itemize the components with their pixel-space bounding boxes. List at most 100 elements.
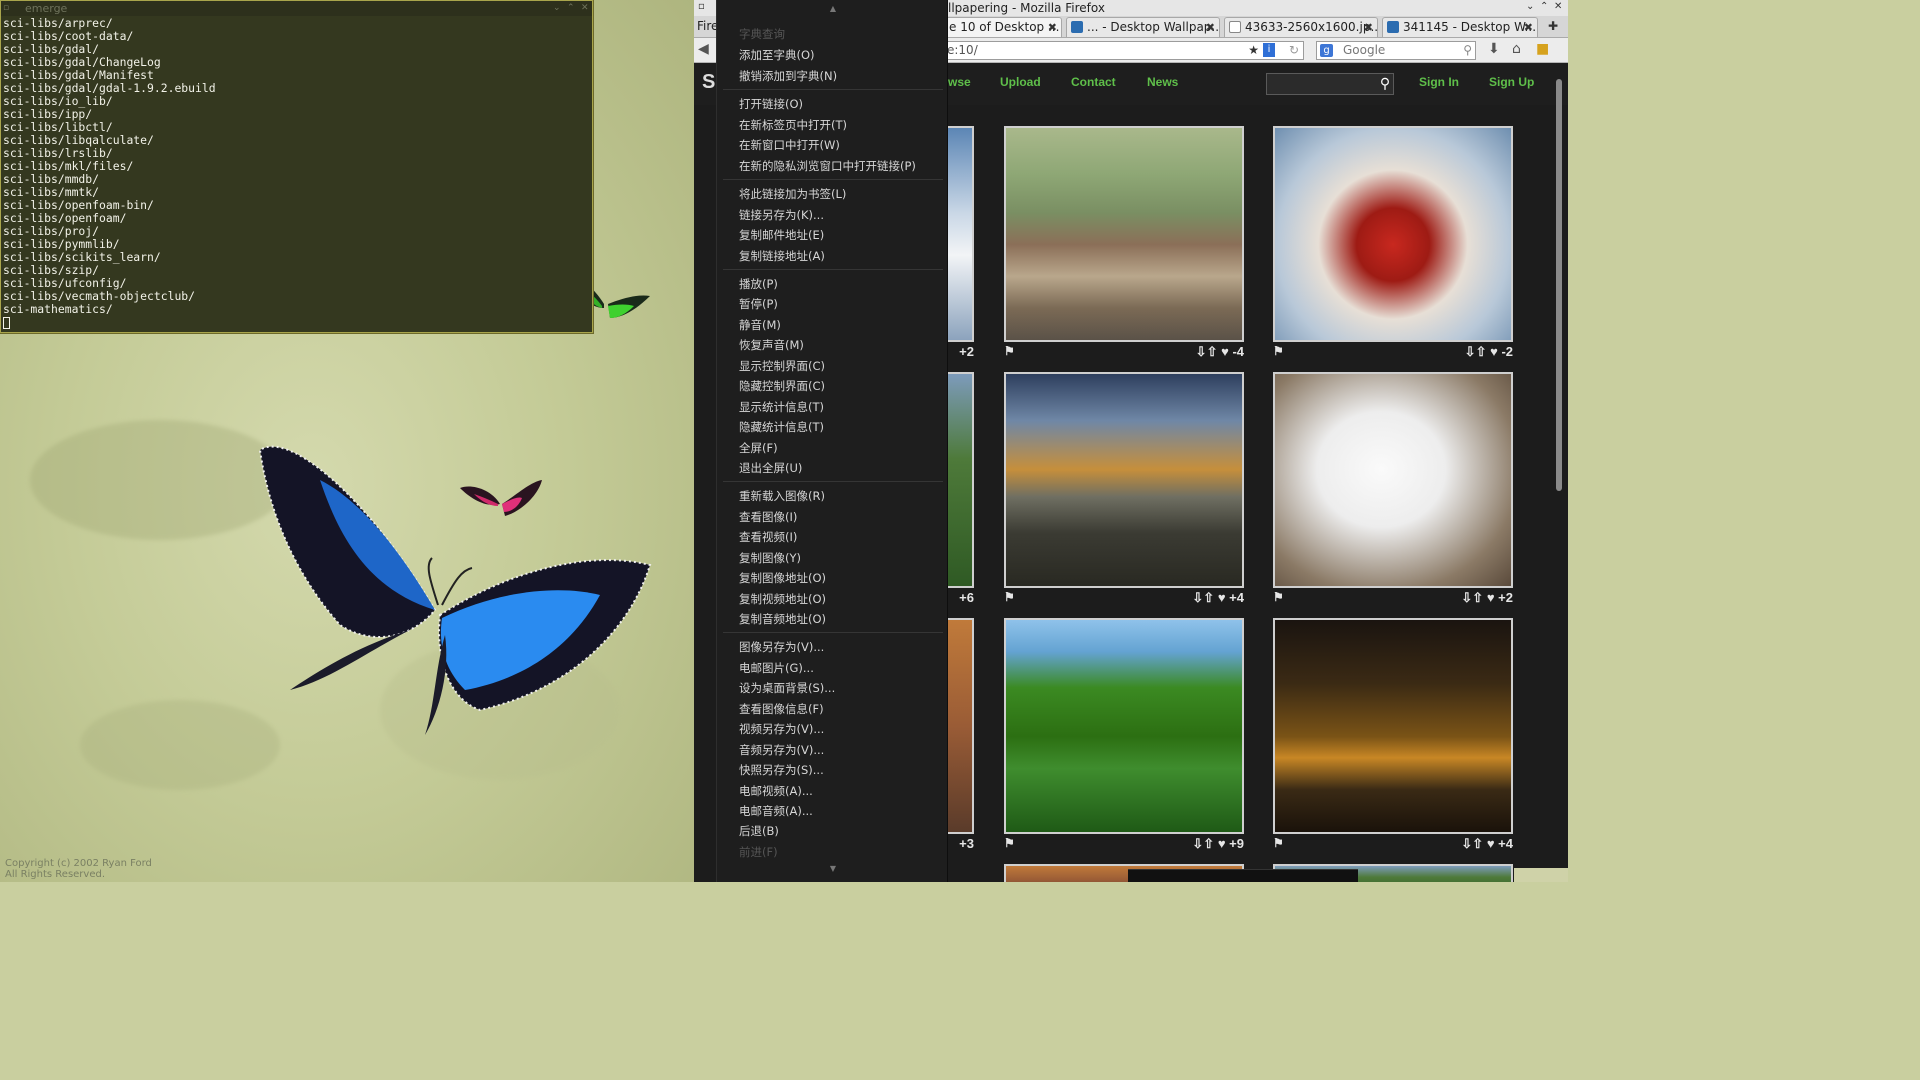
menu-item-play[interactable]: 播放(P) [739,277,778,291]
menu-item-open-link[interactable]: 打开链接(O) [739,97,803,111]
nav-upload-link[interactable]: Upload [1000,75,1041,89]
tab-close-icon[interactable]: ✖ [1048,18,1057,37]
menu-item-exit-fullscreen[interactable]: 退出全屏(U) [739,461,802,475]
context-menu[interactable]: ▲ 字典查询 添加至字典(O) 撤销添加到字典(N) 打开链接(O) 在新标签页… [716,0,948,882]
menu-item-copy-audio-address[interactable]: 复制音频地址(O) [739,612,826,626]
menu-item-set-as-background[interactable]: 设为桌面背景(S)... [739,681,835,695]
wallpaper-thumbnail-castle[interactable] [1273,618,1513,834]
menu-item-email-audio[interactable]: 电邮音频(A)... [739,804,813,818]
menu-item-copy-image[interactable]: 复制图像(Y) [739,551,801,565]
menu-item-open-in-new-tab[interactable]: 在新标签页中打开(T) [739,118,847,132]
url-bar[interactable]: e:10/ ★ i ↻ [944,41,1304,60]
vote-arrows-icon[interactable]: ⇩⇧ [1192,836,1214,851]
tab-close-icon[interactable]: ✖ [1524,18,1533,37]
menu-item-save-video-as[interactable]: 视频另存为(V)... [739,722,824,736]
flag-icon[interactable]: ⚑ [1004,836,1015,850]
menu-item-unmute[interactable]: 恢复声音(M) [739,338,804,352]
sign-up-link[interactable]: Sign Up [1489,75,1534,89]
home-icon[interactable]: ⌂ [1512,41,1521,57]
page-info-icon[interactable]: i [1263,43,1275,57]
wallpaper-thumbnail-lake[interactable] [1004,618,1244,834]
menu-scroll-down-arrow-icon[interactable]: ▼ [717,862,949,876]
menu-item-open-in-new-window[interactable]: 在新窗口中打开(W) [739,138,840,152]
menu-item-save-image-as[interactable]: 图像另存为(V)... [739,640,824,654]
menu-item-copy-email[interactable]: 复制邮件地址(E) [739,228,824,242]
menu-item-save-link-as[interactable]: 链接另存为(K)... [739,208,824,222]
flag-icon[interactable]: ⚑ [1273,344,1284,358]
menu-item-hide-controls[interactable]: 隐藏控制界面(C) [739,379,825,393]
addon-icon[interactable]: ■ [1536,41,1549,57]
wallpaper-thumbnail-rocks[interactable] [1004,372,1244,588]
tab-close-icon[interactable]: ✖ [1364,18,1373,37]
menu-item-view-video[interactable]: 查看视频(I) [739,530,797,544]
menu-item-reload-image[interactable]: 重新载入图像(R) [739,489,825,503]
heart-icon[interactable]: ♥ [1218,590,1226,605]
menu-item-save-audio-as[interactable]: 音频另存为(V)... [739,743,824,757]
flag-icon[interactable]: ⚑ [1273,590,1284,604]
tab-image-file[interactable]: 43633-2560x1600.jp... ✖ [1224,17,1378,37]
menu-item-undo-add-to-dictionary[interactable]: 撤销添加到字典(N) [739,69,837,83]
tab-close-icon[interactable]: ✖ [1206,18,1215,37]
menu-item-pause[interactable]: 暂停(P) [739,297,778,311]
maximize-icon[interactable]: ⌃ [567,1,575,16]
wallpaper-thumbnail-abstract[interactable] [1273,126,1513,342]
tray-clock-area[interactable] [1514,868,1568,882]
tab-desktop-wallpaper[interactable]: ... - Desktop Wallpap... ✖ [1066,17,1220,37]
menu-scroll-up-arrow-icon[interactable]: ▲ [717,2,949,16]
flag-icon[interactable]: ⚑ [1004,344,1015,358]
menu-item-copy-video-address[interactable]: 复制视频地址(O) [739,592,826,606]
menu-item-view-image[interactable]: 查看图像(I) [739,510,797,524]
site-logo[interactable]: S [702,71,715,94]
page-scrollbar[interactable] [1556,79,1562,491]
menu-item-copy-link[interactable]: 复制链接地址(A) [739,249,825,263]
menu-item-fullscreen[interactable]: 全屏(F) [739,441,778,455]
nav-contact-link[interactable]: Contact [1071,75,1116,89]
menu-item-bookmark-link[interactable]: 将此链接加为书签(L) [739,187,846,201]
system-tray[interactable] [1128,869,1358,882]
heart-icon[interactable]: ♥ [1487,590,1495,605]
terminal-output[interactable]: sci-libs/arprec/ sci-libs/coot-data/ sci… [1,16,592,333]
menu-item-copy-image-address[interactable]: 复制图像地址(O) [739,571,826,585]
heart-icon[interactable]: ♥ [1221,344,1229,359]
sign-in-link[interactable]: Sign In [1419,75,1459,89]
search-bar[interactable]: g Google ⚲ [1316,41,1476,60]
window-menu-icon[interactable]: ▫ [3,1,9,16]
menu-item-email-video[interactable]: 电邮视频(A)... [739,784,813,798]
menu-item-save-snapshot-as[interactable]: 快照另存为(S)... [739,763,824,777]
bookmark-star-icon[interactable]: ★ [1248,42,1259,59]
vote-arrows-icon[interactable]: ⇩⇧ [1461,836,1483,851]
back-arrow-icon[interactable]: ◀ [698,41,709,57]
close-icon[interactable]: ✕ [581,1,589,16]
vote-arrows-icon[interactable]: ⇩⇧ [1196,344,1218,359]
vote-arrows-icon[interactable]: ⇩⇧ [1461,590,1483,605]
menu-item-mute[interactable]: 静音(M) [739,318,781,332]
new-tab-icon[interactable]: ✚ [1548,19,1558,33]
heart-icon[interactable]: ♥ [1487,836,1495,851]
menu-item-hide-stats[interactable]: 隐藏统计信息(T) [739,420,824,434]
flag-icon[interactable]: ⚑ [1273,836,1284,850]
menu-item-back[interactable]: 后退(B) [739,824,779,838]
nav-news-link[interactable]: News [1147,75,1178,89]
google-engine-icon[interactable]: g [1320,44,1333,57]
vote-arrows-icon[interactable]: ⇩⇧ [1192,590,1214,605]
menu-item-open-in-private-window[interactable]: 在新的隐私浏览窗口中打开链接(P) [739,159,916,173]
menu-item-email-image[interactable]: 电邮图片(G)... [739,661,814,675]
flag-icon[interactable]: ⚑ [1004,590,1015,604]
maximize-icon[interactable]: ⌃ [1540,1,1548,12]
wallpaper-thumbnail-cat[interactable] [1273,372,1513,588]
site-search-input[interactable] [1266,73,1394,95]
close-icon[interactable]: ✕ [1554,1,1562,12]
menu-item-show-controls[interactable]: 显示控制界面(C) [739,359,825,373]
menu-item-forward[interactable]: 前进(F) [739,845,778,859]
heart-icon[interactable]: ♥ [1218,836,1226,851]
download-icon[interactable]: ⬇ [1488,41,1500,57]
wallpaper-thumbnail-town[interactable] [1004,126,1244,342]
menu-item-dictionary-lookup[interactable]: 字典查询 [739,27,785,41]
minimize-icon[interactable]: ⌄ [1526,1,1534,12]
heart-icon[interactable]: ♥ [1490,344,1498,359]
terminal-titlebar[interactable]: ▫ emerge ⌄ ⌃ ✕ [1,1,592,16]
tab-desktop-w[interactable]: 341145 - Desktop W... ✖ [1382,17,1538,37]
search-icon[interactable]: ⚲ [1376,73,1394,95]
tab-desktop-page[interactable]: e 10 of Desktop ... ✖ [944,17,1062,37]
menu-item-show-stats[interactable]: 显示统计信息(T) [739,400,824,414]
